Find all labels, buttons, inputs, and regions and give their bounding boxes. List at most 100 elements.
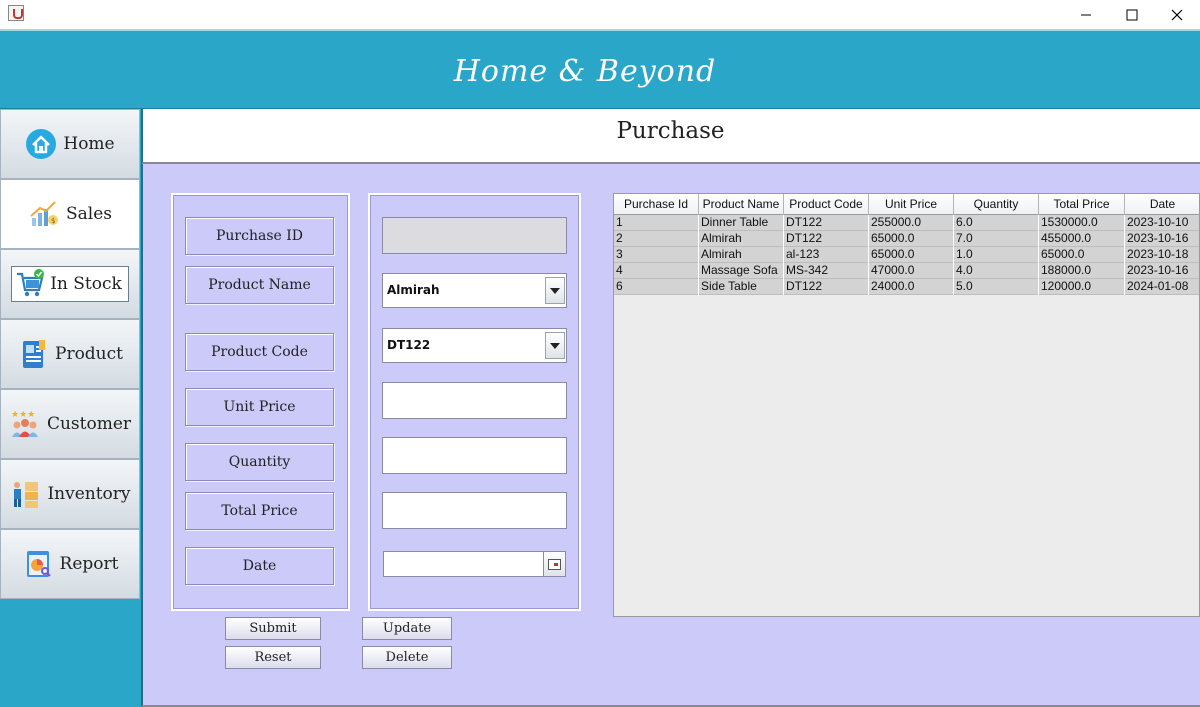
date-input[interactable] [384,552,565,576]
table-row[interactable]: 3 Almirah al-123 65000.0 1.0 65000.0 202… [614,247,1199,263]
chevron-down-icon[interactable] [545,332,565,359]
table-cell: 2023-10-18 [1125,247,1199,263]
column-header-product-code[interactable]: Product Code [784,194,869,215]
maximize-button[interactable] [1109,0,1155,29]
table-cell: 1.0 [954,247,1039,263]
product-card-icon [17,338,49,370]
update-button[interactable]: Update [362,617,452,640]
table-cell: al-123 [784,247,869,263]
report-icon [22,548,54,580]
table-cell: 4 [614,263,699,279]
sidebar-item-report[interactable]: Report [0,529,140,599]
table-cell: 47000.0 [869,263,954,279]
close-icon [1171,9,1183,20]
table-body: 1 Dinner Table DT122 255000.0 6.0 153000… [614,215,1199,295]
table-row[interactable]: 1 Dinner Table DT122 255000.0 6.0 153000… [614,215,1199,231]
table-cell: 120000.0 [1039,279,1125,295]
table-cell: 7.0 [954,231,1039,247]
sidebar-item-label: Inventory [47,484,131,504]
app-header: Home & Beyond [0,29,1200,109]
column-header-unit-price[interactable]: Unit Price [869,194,954,215]
table-cell: DT122 [784,231,869,247]
sidebar-item-label: In Stock [50,274,122,294]
close-button[interactable] [1154,0,1200,29]
total-price-input[interactable] [383,493,566,528]
product-code-label: Product Code [185,333,334,371]
cart-check-icon [14,268,46,300]
java-app-icon [8,5,24,21]
table-cell: 255000.0 [869,215,954,231]
table-cell: 65000.0 [869,247,954,263]
column-header-product-name[interactable]: Product Name [699,194,784,215]
product-name-value: Almirah [387,283,440,297]
table-cell: 24000.0 [869,279,954,295]
svg-text:$: $ [51,217,55,225]
table-cell: 5.0 [954,279,1039,295]
table-cell: MS-342 [784,263,869,279]
home-icon [25,128,57,160]
inventory-worker-icon [9,478,41,510]
table-cell: DT122 [784,215,869,231]
sidebar-item-sales[interactable]: $ Sales [0,179,140,249]
table-cell: 188000.0 [1039,263,1125,279]
table-cell: 2023-10-16 [1125,231,1199,247]
brand-title: Home & Beyond [453,53,717,89]
calendar-button[interactable] [543,551,566,577]
column-header-quantity[interactable]: Quantity [954,194,1039,215]
sidebar-item-label: Report [59,554,119,574]
unit-price-input[interactable] [383,383,566,418]
product-code-select[interactable]: DT122 [382,328,567,363]
sidebar-item-product[interactable]: Product [0,319,140,389]
date-label: Date [185,547,334,585]
table-row[interactable]: 4 Massage Sofa MS-342 47000.0 4.0 188000… [614,263,1199,279]
window-titlebar [0,0,1200,29]
table-header: Purchase Id Product Name Product Code Un… [614,194,1199,215]
table-cell: 6.0 [954,215,1039,231]
sidebar-item-customer[interactable]: ★★★ Customer [0,389,140,459]
app-window: Home & Beyond Home $ Sales In Stock Prod… [0,0,1200,707]
quantity-label: Quantity [185,443,334,481]
column-header-purchase-id[interactable]: Purchase Id [614,194,699,215]
date-field[interactable] [383,551,566,577]
sidebar-item-home[interactable]: Home [0,109,140,179]
reset-button[interactable]: Reset [225,646,321,669]
svg-text:★★★: ★★★ [11,410,35,420]
sidebar-item-label: Home [63,134,115,154]
total-price-field[interactable] [382,492,567,529]
product-name-select[interactable]: Almirah [382,273,567,308]
purchase-table[interactable]: Purchase Id Product Name Product Code Un… [613,193,1200,617]
table-row[interactable]: 2 Almirah DT122 65000.0 7.0 455000.0 202… [614,231,1199,247]
submit-button[interactable]: Submit [225,617,321,640]
page-title: Purchase [616,118,725,144]
quantity-field[interactable] [382,437,567,474]
sidebar-item-inventory[interactable]: Inventory [0,459,140,529]
table-cell: Side Table [699,279,784,295]
table-cell: 65000.0 [1039,247,1125,263]
minimize-button[interactable] [1063,0,1109,29]
table-cell: Massage Sofa [699,263,784,279]
sidebar-item-label: Sales [65,204,112,224]
product-code-value: DT122 [387,338,431,352]
customer-group-icon: ★★★ [9,408,41,440]
delete-button[interactable]: Delete [362,646,452,669]
unit-price-field[interactable] [382,382,567,419]
chevron-down-icon[interactable] [545,277,565,304]
sidebar: Home $ Sales In Stock Product ★★★ Custom… [0,109,141,707]
table-cell: 1530000.0 [1039,215,1125,231]
quantity-input[interactable] [383,438,566,473]
table-cell: 455000.0 [1039,231,1125,247]
purchase-id-input[interactable] [383,218,566,253]
table-cell: 2024-01-08 [1125,279,1199,295]
table-cell: Dinner Table [699,215,784,231]
sidebar-item-label: Customer [46,414,132,434]
table-cell: 2023-10-16 [1125,263,1199,279]
column-header-total-price[interactable]: Total Price [1039,194,1125,215]
maximize-icon [1126,9,1138,20]
sidebar-item-in-stock[interactable]: In Stock [0,249,140,319]
table-cell: Almirah [699,247,784,263]
purchase-id-field[interactable] [382,217,567,254]
sidebar-item-label: Product [55,344,123,364]
table-row[interactable]: 6 Side Table DT122 24000.0 5.0 120000.0 … [614,279,1199,295]
column-header-date[interactable]: Date [1125,194,1199,215]
table-cell: 65000.0 [869,231,954,247]
